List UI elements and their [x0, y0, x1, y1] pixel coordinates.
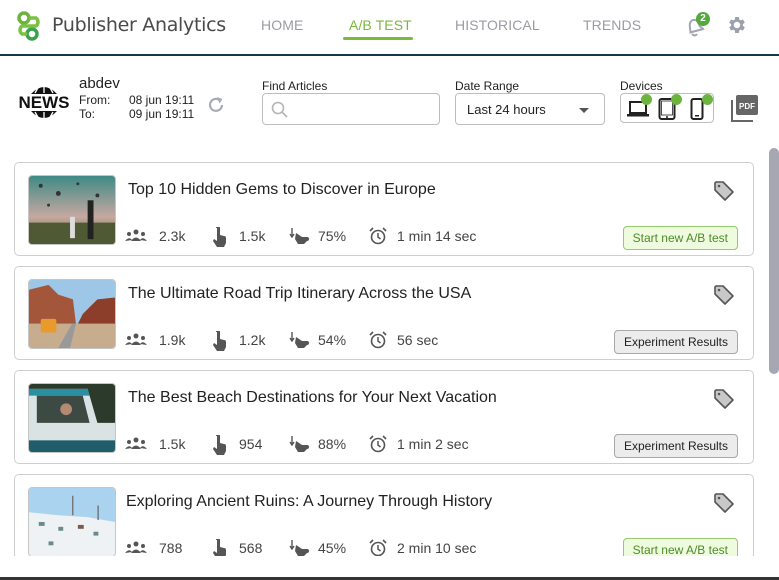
click-icon [213, 435, 226, 455]
visitors-value: 1.9k [159, 332, 186, 348]
alarm-clock-icon [369, 227, 387, 245]
article-card[interactable]: Top 10 Hidden Gems to Discover in Europe… [14, 162, 754, 256]
alarm-clock-icon [369, 435, 387, 453]
clicks-value: 1.2k [239, 332, 266, 348]
scroll-depth-value: 54% [318, 332, 347, 348]
from-value: 08 jun 19:11 [129, 93, 195, 107]
tag-icon[interactable] [713, 388, 735, 410]
tablet-checked-icon [671, 94, 682, 105]
article-card[interactable]: Exploring Ancient Ruins: A Journey Throu… [14, 474, 754, 556]
visitors-value: 1.5k [159, 436, 186, 452]
date-range-value: Last 24 hours [467, 102, 546, 117]
article-list: Top 10 Hidden Gems to Discover in Europe… [0, 148, 767, 556]
article-thumbnail [28, 279, 116, 349]
click-icon [213, 539, 226, 556]
clicks-value: 568 [239, 540, 263, 556]
to-label: To: [79, 107, 96, 121]
desktop-checked-icon [641, 94, 652, 105]
article-title[interactable]: The Ultimate Road Trip Itinerary Across … [128, 285, 471, 303]
search-field[interactable] [262, 93, 440, 125]
notification-badge: 2 [696, 12, 710, 26]
top-navigation-bar: Publisher Analytics HOME A/B TEST HISTOR… [0, 0, 779, 56]
app-title: Publisher Analytics [52, 14, 226, 36]
clicks-value: 954 [239, 436, 263, 452]
nav-historical[interactable]: HISTORICAL [455, 17, 540, 33]
news-logo-icon: NEWS [19, 84, 70, 121]
start-ab-test-button[interactable]: Start new A/B test [622, 538, 738, 556]
start-ab-test-button[interactable]: Start new A/B test [622, 226, 738, 250]
chevron-down-icon [579, 108, 589, 113]
avg-time-value: 56 sec [397, 332, 439, 348]
alarm-clock-icon [369, 331, 387, 349]
search-icon [271, 101, 288, 118]
tag-icon[interactable] [713, 180, 735, 202]
scroll-icon [289, 540, 309, 556]
tag-icon[interactable] [713, 492, 735, 514]
scroll-icon [289, 332, 309, 348]
to-value: 09 jun 19:11 [129, 107, 195, 121]
scroll-depth-value: 45% [318, 540, 347, 556]
devices-label: Devices [620, 79, 663, 93]
article-card[interactable]: The Ultimate Road Trip Itinerary Across … [14, 266, 754, 360]
clicks-value: 1.5k [239, 228, 266, 244]
nav-home[interactable]: HOME [261, 17, 303, 33]
experiment-results-button[interactable]: Experiment Results [613, 434, 738, 458]
scroll-icon [289, 228, 309, 244]
search-label: Find Articles [262, 79, 328, 93]
article-thumbnail [28, 175, 116, 245]
nav-trends[interactable]: TRENDS [583, 17, 641, 33]
article-title[interactable]: Exploring Ancient Ruins: A Journey Throu… [126, 493, 492, 511]
tag-icon[interactable] [713, 284, 735, 306]
alarm-clock-icon [369, 539, 387, 556]
date-range-select[interactable]: Last 24 hours [455, 93, 605, 125]
scrollbar-thumb[interactable] [769, 148, 779, 374]
visitors-icon [125, 541, 147, 553]
svg-text:PDF: PDF [739, 102, 755, 111]
devices-filter [620, 93, 714, 123]
experiment-results-button[interactable]: Experiment Results [613, 330, 738, 354]
article-thumbnail [28, 487, 116, 556]
avg-time-value: 2 min 10 sec [397, 540, 477, 556]
click-icon [213, 331, 226, 351]
refresh-icon[interactable] [205, 94, 227, 116]
visitors-value: 2.3k [159, 228, 186, 244]
scroll-depth-value: 75% [318, 228, 347, 244]
visitors-icon [125, 437, 147, 449]
article-thumbnail [28, 383, 116, 453]
avg-time-value: 1 min 14 sec [397, 228, 477, 244]
article-title[interactable]: Top 10 Hidden Gems to Discover in Europe [128, 181, 436, 199]
article-card[interactable]: The Best Beach Destinations for Your Nex… [14, 370, 754, 464]
date-range-label: Date Range [455, 79, 520, 93]
visitors-icon [125, 333, 147, 345]
gear-icon[interactable] [726, 14, 748, 36]
nav-ab-test[interactable]: A/B TEST [349, 17, 412, 33]
app-logo-icon [17, 11, 40, 41]
search-input[interactable] [295, 98, 435, 120]
active-tab-indicator [343, 37, 413, 40]
visitors-value: 788 [159, 540, 183, 556]
from-label: From: [79, 93, 111, 107]
mobile-checked-icon [702, 94, 713, 105]
scroll-depth-value: 88% [318, 436, 347, 452]
pdf-icon[interactable]: PDF [731, 94, 759, 122]
visitors-icon [125, 229, 147, 241]
click-icon [213, 227, 226, 247]
scroll-icon [289, 436, 309, 452]
article-title[interactable]: The Best Beach Destinations for Your Nex… [128, 389, 497, 407]
svg-text:NEWS: NEWS [19, 93, 70, 112]
avg-time-value: 1 min 2 sec [397, 436, 469, 452]
account-name: abdev [79, 75, 120, 92]
